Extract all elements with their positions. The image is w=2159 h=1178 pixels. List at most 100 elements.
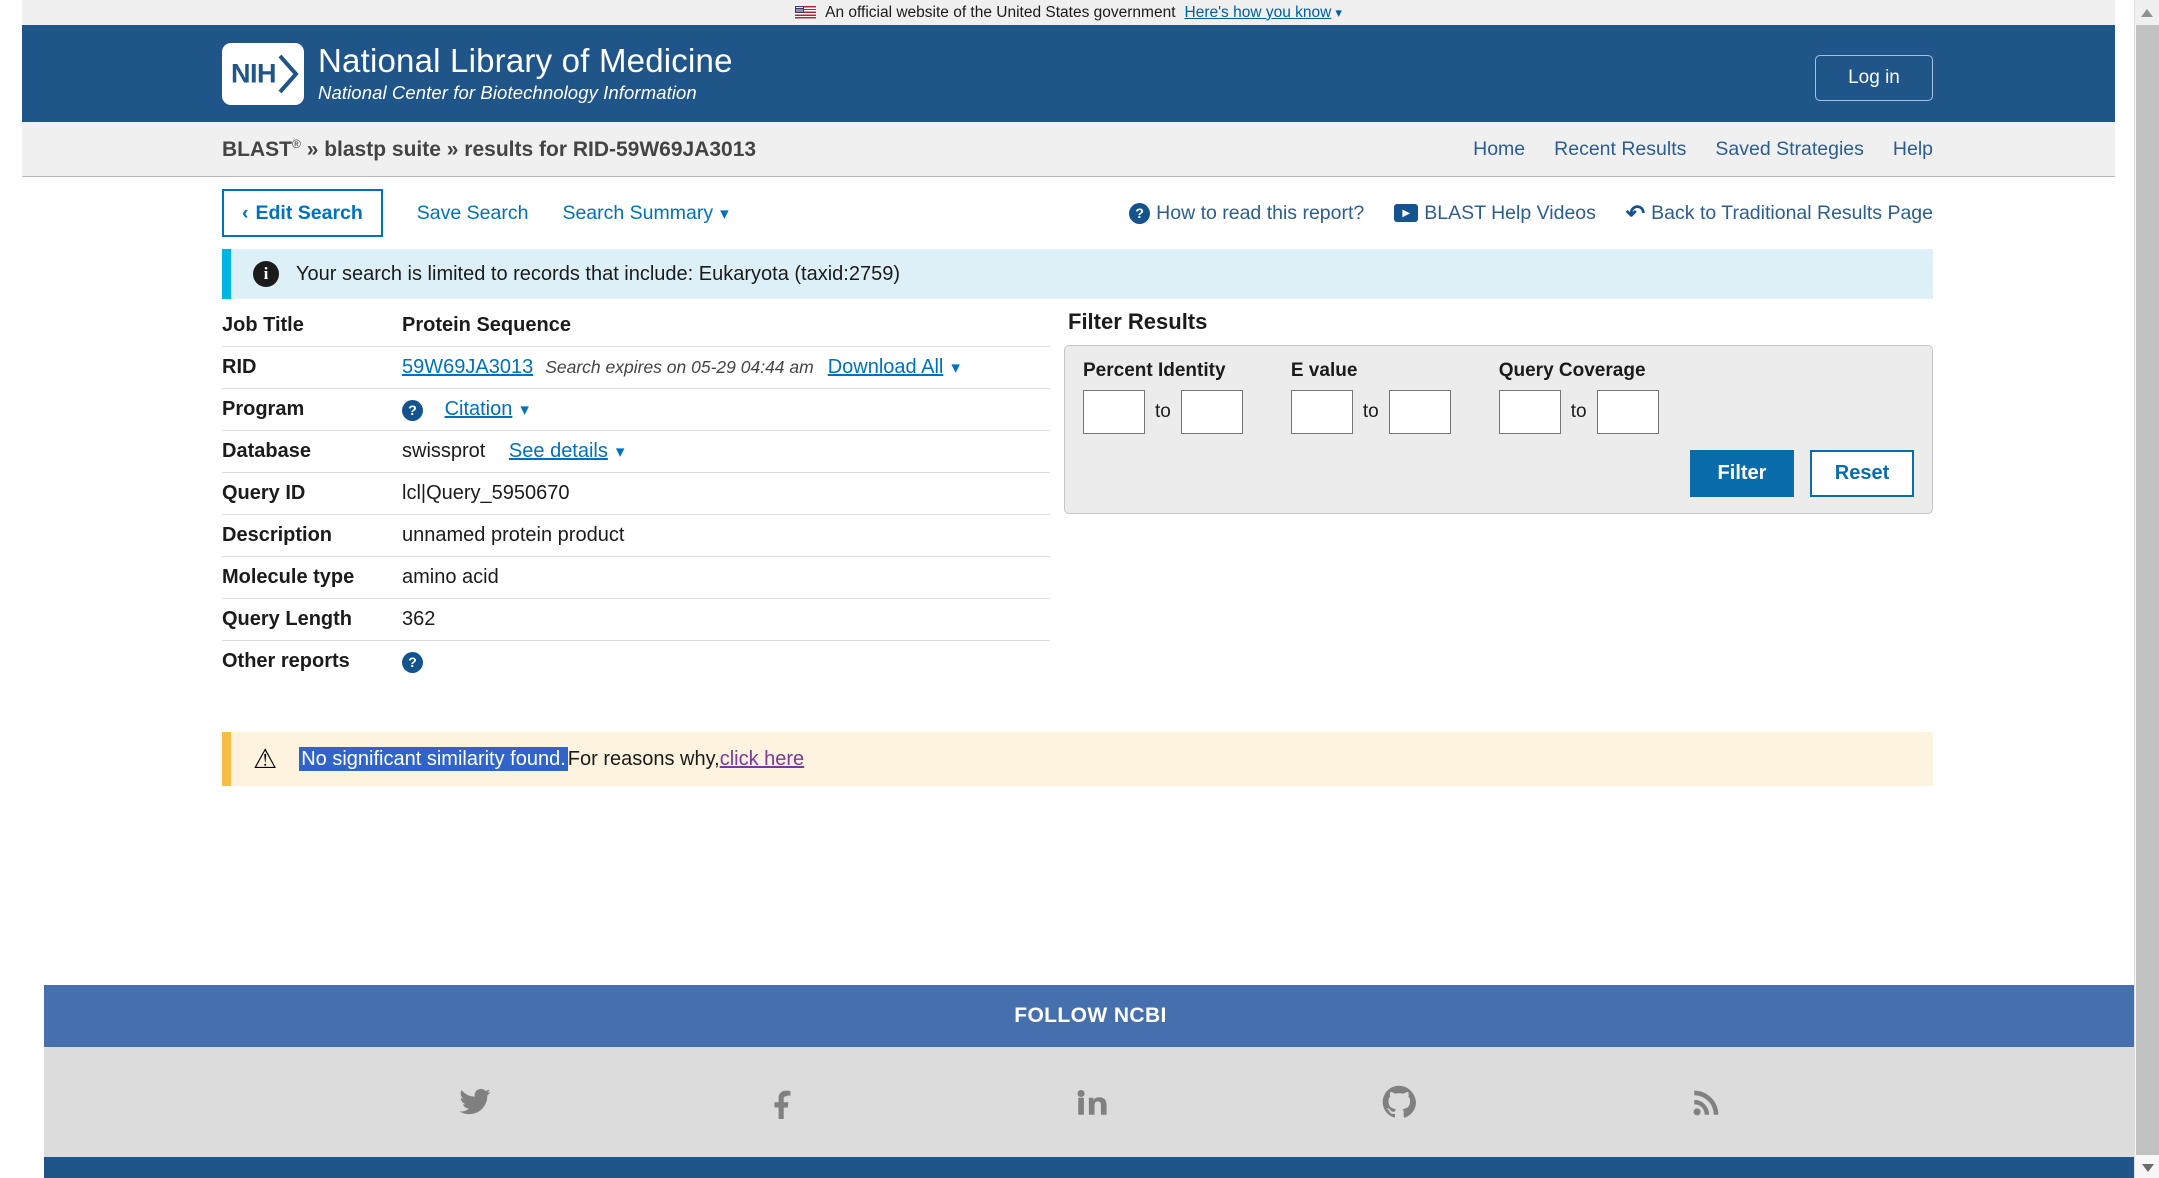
social-link-github[interactable] [1245,1085,1553,1119]
percent-identity-to-label: to [1155,401,1171,422]
label-job-title: Job Title [222,314,304,336]
back-traditional-label: Back to Traditional Results Page [1651,201,1933,224]
e-value-to-input[interactable] [1388,390,1451,434]
query-coverage-from-input[interactable] [1498,390,1561,434]
query-coverage-to-input[interactable] [1596,390,1659,434]
download-all-link[interactable]: Download All [828,356,944,378]
heres-how-you-know-label: Here's how you know [1184,3,1332,21]
video-play-icon: ▶ [1394,204,1419,222]
filter-group-query-coverage: Query Coverage to [1498,360,1659,434]
program-help-icon[interactable]: ? [402,399,423,421]
breadcrumb-sep-1: » [306,137,319,161]
see-details-link[interactable]: See details [509,440,608,462]
e-value-from-input[interactable] [1290,390,1353,434]
search-summary-button[interactable]: Search Summary [562,202,728,225]
github-icon [1382,1085,1416,1118]
how-to-read-label: How to read this report? [1156,201,1365,224]
chevron-down-icon: ▾ [1335,4,1342,20]
breadcrumb-sep-2: » [446,137,459,161]
label-other-reports: Other reports [222,650,350,672]
warning-reason-text: For reasons why, [567,747,720,770]
header-title: National Library of Medicine [318,41,733,79]
search-details-table: Job Title Protein Sequence RID 59W69JA30… [222,305,1050,682]
scroll-down-arrow-icon[interactable] [2135,1157,2159,1178]
percent-identity-from-input[interactable] [1083,390,1145,434]
blast-help-videos-link[interactable]: ▶ BLAST Help Videos [1394,202,1596,225]
value-other-reports-cell: ? [402,641,1050,683]
nav-link-home[interactable]: Home [1473,138,1525,161]
e-value-to-label: to [1362,401,1379,422]
social-link-linkedin[interactable] [937,1085,1245,1119]
scrollbar-thumb[interactable] [2136,25,2159,1155]
label-query-length: Query Length [222,608,353,630]
label-program: Program [222,398,305,420]
save-search-button[interactable]: Save Search [417,202,529,225]
value-job-title: Protein Sequence [402,314,571,336]
header-subtitle: National Center for Biotechnology Inform… [318,82,697,104]
warning-triangle-icon: ⚠ [253,743,278,774]
value-description: unnamed protein product [402,524,625,546]
follow-ncbi-title: FOLLOW NCBI [1014,1004,1167,1027]
edit-search-button[interactable]: ‹ Edit Search [222,189,383,237]
edit-search-label: Edit Search [255,201,363,224]
back-to-traditional-results-link[interactable]: ↶ Back to Traditional Results Page [1626,200,1933,227]
social-link-rss[interactable] [1553,1085,1861,1119]
value-molecule-type: amino acid [402,566,499,588]
nav-link-help[interactable]: Help [1893,138,1933,161]
main-content: ‹ Edit Search Save Search Search Summary… [22,177,2115,786]
nav-link-recent-results[interactable]: Recent Results [1554,138,1686,161]
reset-button[interactable]: Reset [1810,450,1914,497]
follow-ncbi-bar: FOLLOW NCBI [44,985,2137,1047]
nlm-header: NIH National Library of Medicine Nationa… [22,25,2115,122]
breadcrumb-results: results for RID-59W69JA3013 [464,137,757,161]
scroll-up-arrow-icon[interactable] [2135,0,2159,25]
how-to-read-report-link[interactable]: ? How to read this report? [1129,202,1364,225]
no-results-warning-banner: ⚠ No significant similarity found. For re… [222,732,1933,786]
nav-link-saved-strategies[interactable]: Saved Strategies [1715,138,1864,161]
login-button[interactable]: Log in [1815,55,1933,101]
query-coverage-label: Query Coverage [1498,360,1646,381]
filter-button[interactable]: Filter [1690,450,1794,497]
value-query-id: lcl|Query_5950670 [402,482,570,504]
navbar-links: Home Recent Results Saved Strategies Hel… [1473,138,1933,161]
vertical-scrollbar[interactable] [2134,0,2159,1178]
citation-link[interactable]: Citation [445,398,513,420]
toolbar-help-links: ? How to read this report? ▶ BLAST Help … [1129,200,1933,227]
results-toolbar: ‹ Edit Search Save Search Search Summary… [222,177,1933,249]
footer-bottom-strip [44,1157,2137,1178]
table-row-molecule-type: Molecule type amino acid [222,557,1050,599]
filter-results-panel: Percent Identity to E value to Query Cov… [1064,345,1933,514]
heres-how-you-know-link[interactable]: Here's how you know ▾ [1185,4,1342,22]
linkedin-icon [1077,1089,1107,1115]
social-link-twitter[interactable] [321,1085,629,1119]
question-mark-icon: ? [1129,202,1151,224]
social-link-facebook[interactable] [629,1085,937,1119]
percent-identity-to-input[interactable] [1180,390,1243,434]
chevron-down-icon[interactable]: ▾ [951,358,960,378]
nlm-logo[interactable]: NIH National Library of Medicine Nationa… [222,43,733,105]
database-value: swissprot [402,440,486,462]
help-videos-label: BLAST Help Videos [1424,201,1596,224]
breadcrumb: BLAST® » blastp suite » results for RID-… [222,137,756,162]
registered-mark: ® [292,136,301,151]
value-rid-cell: 59W69JA3013 Search expires on 05-29 04:44… [402,347,1050,389]
chevron-down-icon[interactable]: ▾ [616,442,625,462]
other-reports-help-icon[interactable]: ? [402,651,423,673]
label-rid: RID [222,356,257,378]
gov-banner-text: An official website of the United States… [825,3,1176,21]
chevron-left-icon: ‹ [242,201,249,224]
percent-identity-label: Percent Identity [1083,360,1226,381]
click-here-link[interactable]: click here [720,748,804,770]
value-query-length: 362 [402,608,436,630]
label-database: Database [222,440,311,462]
table-row-rid: RID 59W69JA3013 Search expires on 05-29 0… [222,347,1050,389]
breadcrumb-suite: blastp suite [324,137,441,161]
details-column: Job Title Protein Sequence RID 59W69JA30… [222,305,1050,682]
nih-badge-label: NIH [231,58,277,89]
rid-link[interactable]: 59W69JA3013 [402,356,533,378]
table-row-query-id: Query ID lcl|Query_5950670 [222,473,1050,515]
body-columns: Job Title Protein Sequence RID 59W69JA30… [222,305,1933,682]
chevron-down-icon[interactable]: ▾ [520,400,529,420]
filter-actions: Filter Reset [1083,450,1914,497]
warning-selected-text: No significant similarity found. [299,746,568,771]
